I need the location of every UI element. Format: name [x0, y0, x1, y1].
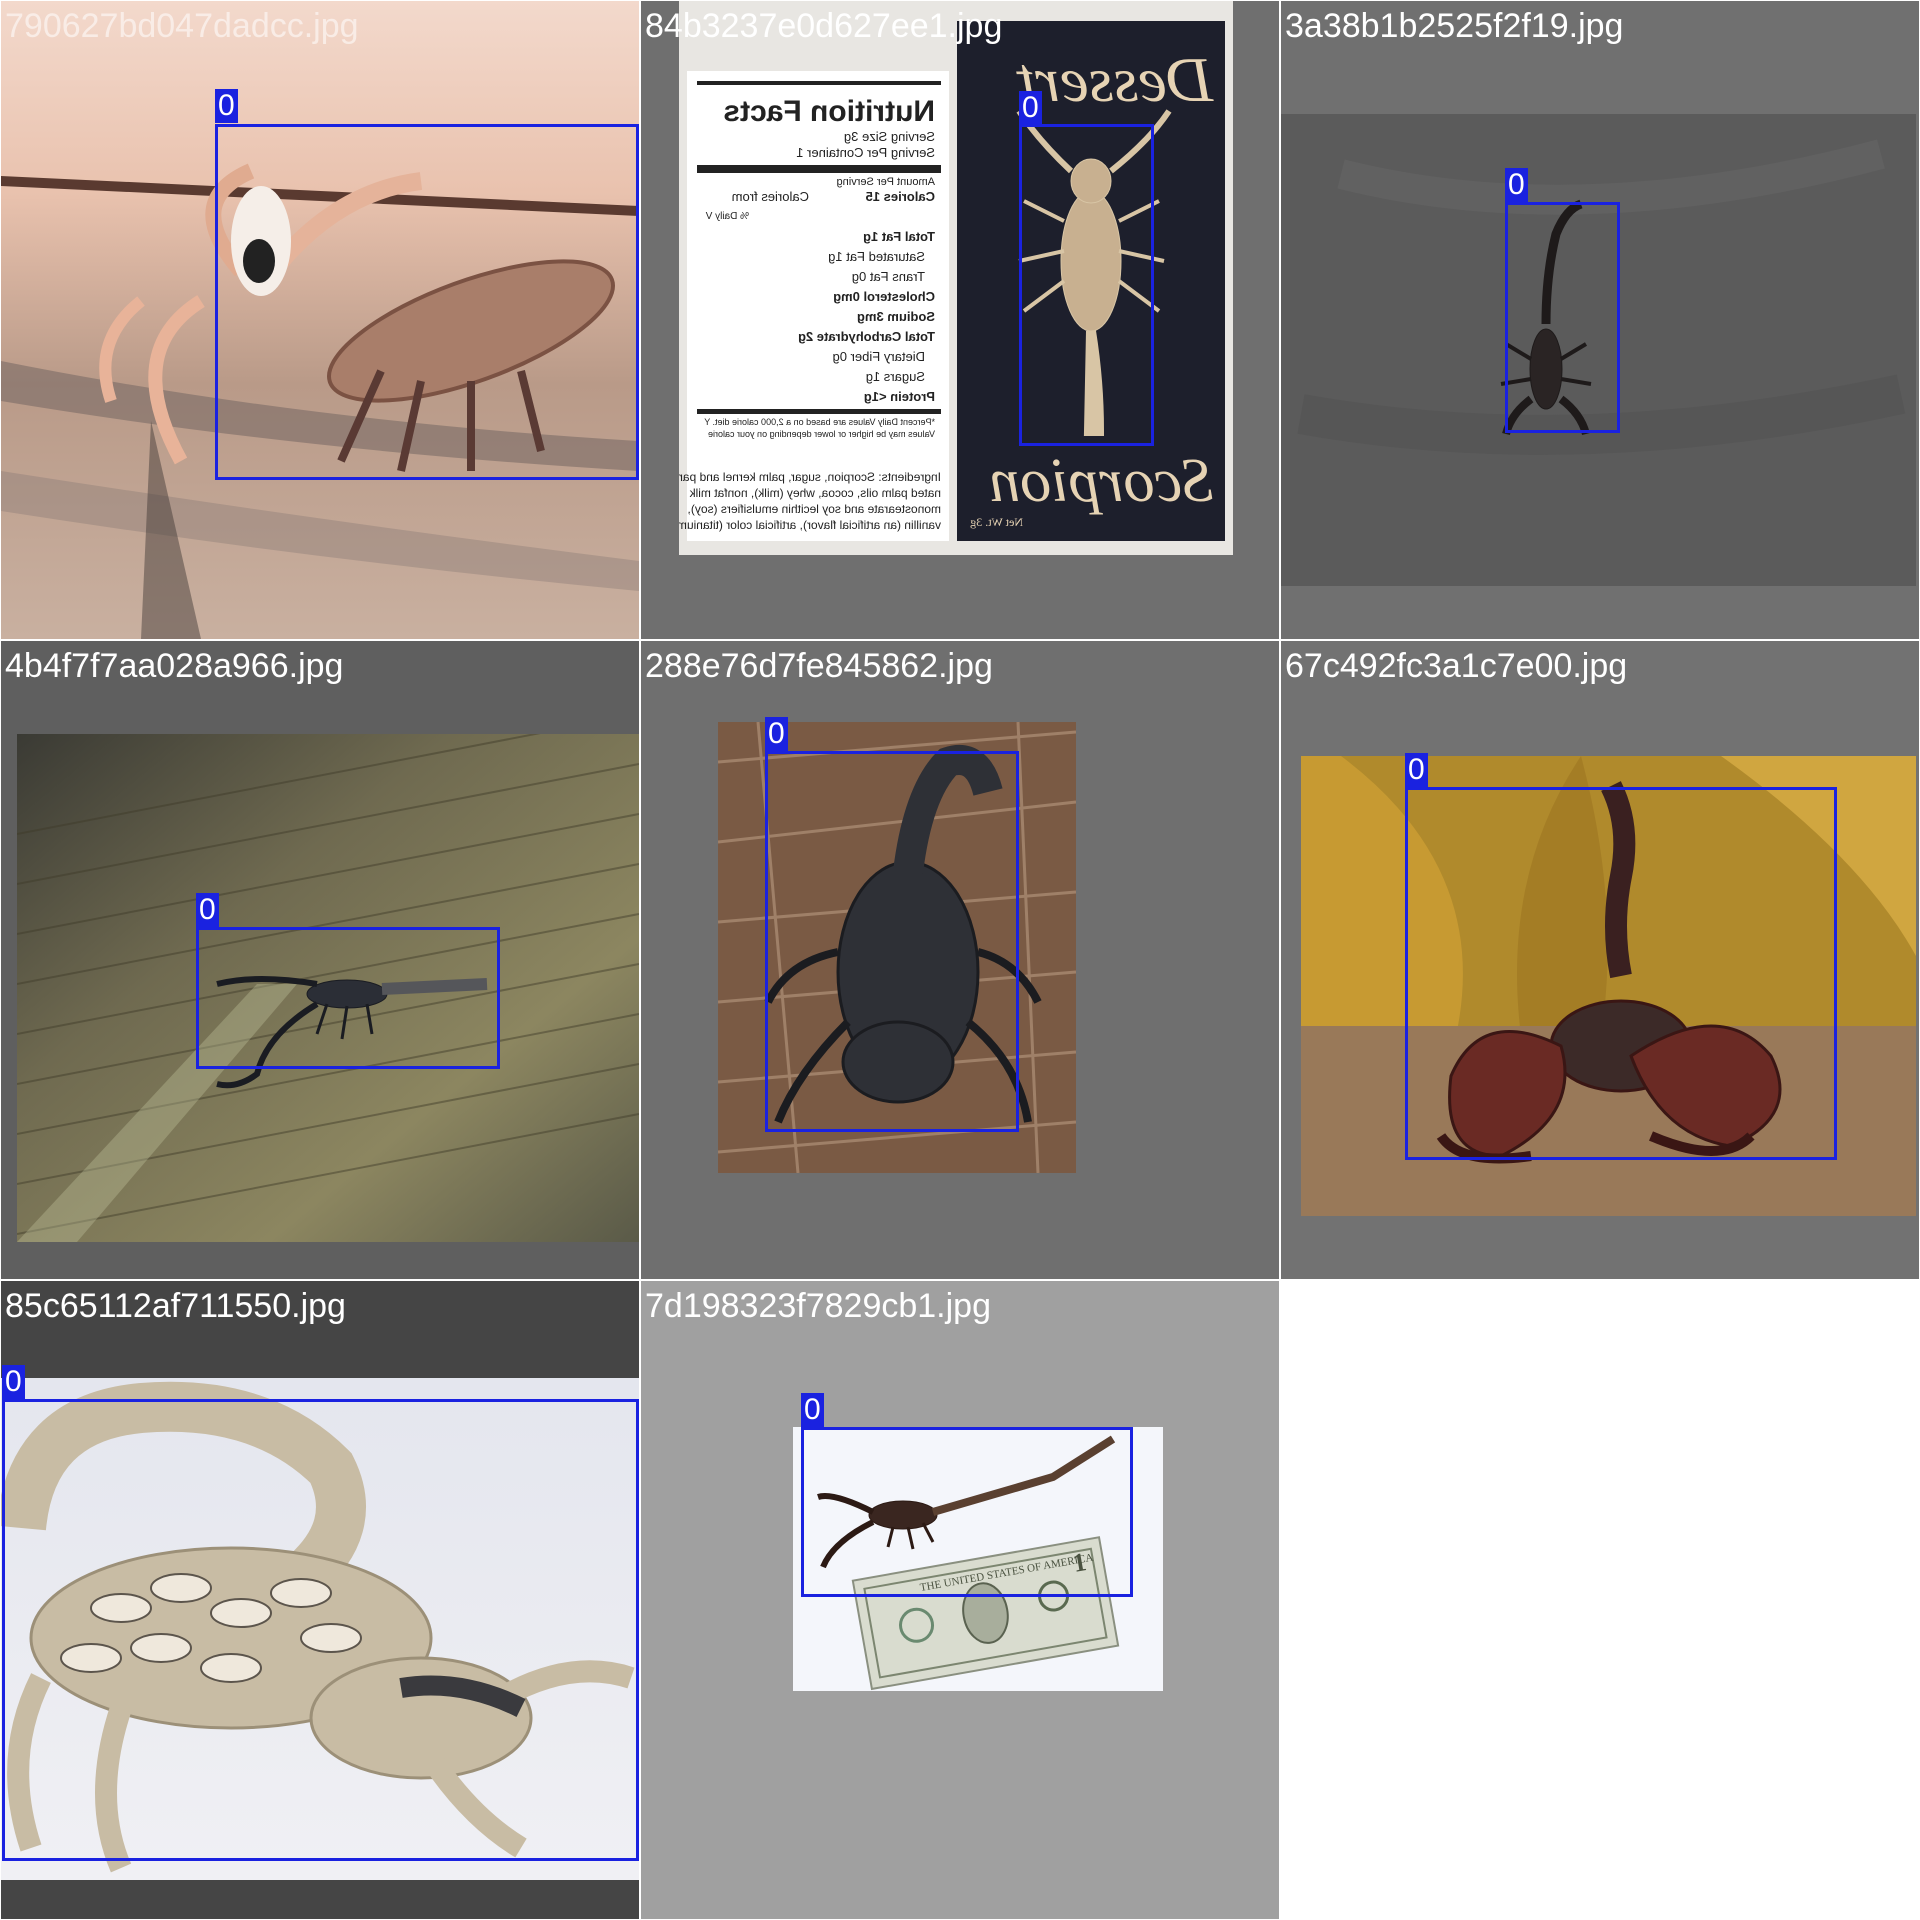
- svg-text:Total Carbohydrate 2g: Total Carbohydrate 2g: [798, 329, 935, 344]
- class-label: 0: [801, 1393, 824, 1427]
- tile-3[interactable]: 3a38b1b2525f2f19.jpg 0: [1281, 1, 1919, 639]
- class-label: 0: [215, 89, 238, 123]
- image-grid: 790627bd047dadcc.jpg 0 Nutrition Facts S…: [0, 0, 1920, 1920]
- svg-text:Calories from: Calories from: [732, 189, 809, 204]
- svg-text:Cholesterol 0mg: Cholesterol 0mg: [833, 289, 935, 304]
- class-label: 0: [1019, 91, 1042, 125]
- tile-6[interactable]: 67c492fc3a1c7e00.jpg 0: [1281, 641, 1919, 1279]
- svg-text:% Daily V: % Daily V: [705, 211, 749, 222]
- tile-8[interactable]: THE UNITED STATES OF AMERICA 1 7d198323f…: [641, 1281, 1279, 1919]
- svg-text:vanillin (an artificial flavor: vanillin (an artificial flavor), artific…: [679, 518, 941, 532]
- svg-text:Dietary Fiber 0g: Dietary Fiber 0g: [833, 349, 925, 364]
- detection-box: [215, 124, 639, 480]
- filename-label: 7d198323f7829cb1.jpg: [645, 1287, 991, 1325]
- svg-text:Amount Per Serving: Amount Per Serving: [837, 176, 935, 188]
- svg-text:Serving Size 3g: Serving Size 3g: [844, 129, 935, 144]
- svg-text:Serving Per Container 1: Serving Per Container 1: [796, 145, 935, 160]
- detection-box: [2, 1399, 639, 1861]
- filename-label: 790627bd047dadcc.jpg: [5, 7, 359, 45]
- class-label: 0: [765, 717, 788, 751]
- svg-text:nated palm oils, cocoa, whey (: nated palm oils, cocoa, whey (milk), non…: [689, 486, 941, 500]
- nutrition-title: Nutrition Facts: [723, 95, 935, 128]
- svg-text:*Percent Daily Values are base: *Percent Daily Values are based on a 2,0…: [704, 417, 935, 427]
- svg-text:Trans Fat 0g: Trans Fat 0g: [852, 269, 925, 284]
- tile-5[interactable]: 288e76d7fe845862.jpg 0: [641, 641, 1279, 1279]
- class-label: 0: [196, 893, 219, 927]
- empty-tile: [1281, 1281, 1919, 1919]
- svg-text:monostearate and soy lecithin: monostearate and soy lecithin emulsifier…: [688, 502, 941, 516]
- svg-text:Protein <1g: Protein <1g: [864, 389, 935, 404]
- tile-1[interactable]: 790627bd047dadcc.jpg 0: [1, 1, 639, 639]
- svg-text:Values may be higher or lower: Values may be higher or lower depending …: [708, 429, 935, 439]
- filename-label: 84b3237e0d627ee1.jpg: [645, 7, 1003, 45]
- filename-label: 67c492fc3a1c7e00.jpg: [1285, 647, 1628, 685]
- tile-4[interactable]: 4b4f7f7aa028a966.jpg 0: [1, 641, 639, 1279]
- detection-box: [1505, 202, 1620, 433]
- class-label: 0: [1405, 753, 1428, 787]
- svg-text:Sugars 1g: Sugars 1g: [866, 369, 925, 384]
- brand-scorpion: Scorpion: [989, 447, 1213, 515]
- detection-box: [801, 1427, 1133, 1597]
- tile-2[interactable]: Nutrition Facts Serving Size 3g Serving …: [641, 1, 1279, 639]
- svg-text:Saturated Fat 1g: Saturated Fat 1g: [828, 249, 925, 264]
- detection-box: [765, 751, 1019, 1132]
- filename-label: 3a38b1b2525f2f19.jpg: [1285, 7, 1624, 45]
- svg-text:Net Wt. 3g: Net Wt. 3g: [970, 515, 1023, 529]
- tile-7[interactable]: 85c65112af711550.jpg 0: [1, 1281, 639, 1919]
- svg-text:Sodium 3mg: Sodium 3mg: [857, 309, 935, 324]
- svg-text:Ingredients: Scorpion, sugar,: Ingredients: Scorpion, sugar, palm kerne…: [679, 470, 941, 484]
- svg-text:Total Fat 1g: Total Fat 1g: [863, 229, 935, 244]
- detection-box: [1019, 124, 1154, 446]
- svg-text:Calories 15: Calories 15: [866, 189, 935, 204]
- class-label: 0: [2, 1365, 25, 1399]
- class-label: 0: [1505, 168, 1528, 202]
- detection-box: [196, 927, 500, 1069]
- brand-dessert: Dessert: [1015, 44, 1214, 115]
- detection-box: [1405, 787, 1837, 1160]
- filename-label: 85c65112af711550.jpg: [5, 1287, 346, 1325]
- filename-label: 4b4f7f7aa028a966.jpg: [5, 647, 344, 685]
- filename-label: 288e76d7fe845862.jpg: [645, 647, 993, 685]
